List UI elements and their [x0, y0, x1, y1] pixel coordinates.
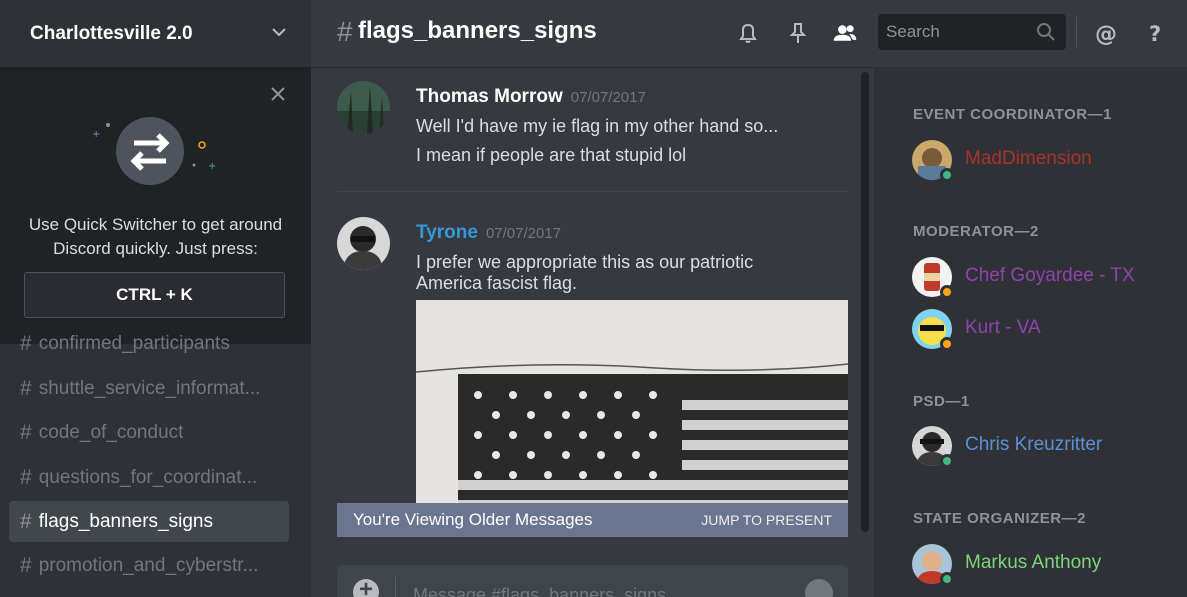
avatar[interactable] — [337, 217, 390, 270]
older-messages-bar: You're Viewing Older Messages JUMP TO PR… — [337, 503, 848, 537]
status-idle-indicator — [940, 337, 954, 351]
hash-icon: # — [20, 332, 32, 355]
header-divider — [1076, 17, 1077, 47]
message-text: Well I'd have my ie flag in my other han… — [416, 116, 779, 136]
hash-icon: # — [20, 420, 32, 444]
role-header: STATE ORGANIZER—2 — [913, 510, 1086, 527]
search-icon[interactable] — [1036, 22, 1056, 42]
message-text: America fascist flag. — [416, 273, 578, 293]
channel-item-flags-banners-signs[interactable]: # flags_banners_signs — [9, 501, 289, 542]
author-name[interactable]: Tyrone — [416, 222, 478, 243]
server-name: Charlottesville 2.0 — [30, 22, 193, 44]
member-item[interactable]: Chef Goyardee - TX — [912, 257, 1182, 301]
member-name: Chef Goyardee - TX — [965, 265, 1135, 286]
message-timestamp: 07/07/2017 — [485, 225, 562, 242]
jump-to-present-button[interactable]: JUMP TO PRESENT — [701, 512, 832, 528]
member-name: Markus Anthony — [965, 552, 1102, 573]
channel-item-shuttle-service[interactable]: # shuttle_service_informat... — [9, 368, 289, 409]
author-name[interactable]: Thomas Morrow — [416, 86, 563, 107]
quick-switcher-shortcut-button[interactable]: CTRL + K — [24, 272, 285, 318]
message-text: I mean if people are that stupid lol — [416, 145, 687, 165]
message-author[interactable]: Tyrone 07/07/2017 — [416, 222, 561, 244]
member-item[interactable]: Markus Anthony — [912, 544, 1182, 588]
hash-icon: # — [337, 16, 353, 47]
quick-switcher-popout: + + Use Quick Switcher to get around Dis… — [0, 67, 311, 344]
member-item[interactable]: Kurt - VA — [912, 309, 1182, 353]
member-name: Kurt - VA — [965, 317, 1041, 338]
status-idle-indicator — [940, 285, 954, 299]
hash-icon: # — [20, 553, 32, 577]
quick-switcher-icon: + + — [92, 117, 216, 185]
chevron-down-icon[interactable] — [271, 24, 287, 40]
message-composer: + — [337, 565, 848, 597]
help-icon[interactable]: ? — [1143, 20, 1169, 46]
pin-icon[interactable] — [785, 20, 811, 46]
svg-text:+: + — [208, 161, 216, 172]
chat-header: # flags_banners_signs @ ? — [311, 0, 1187, 67]
search-input[interactable] — [886, 22, 1036, 42]
scrollbar[interactable] — [861, 72, 869, 532]
hash-icon: # — [20, 465, 32, 489]
svg-text:@: @ — [1095, 22, 1117, 46]
channel-item-code-of-conduct[interactable]: # code_of_conduct — [9, 412, 289, 453]
message-timestamp: 07/07/2017 — [570, 89, 646, 106]
older-messages-text: You're Viewing Older Messages — [353, 510, 593, 529]
discord-app: Charlottesville 2.0 + + Use Quick Switch… — [0, 0, 1187, 597]
member-item[interactable]: Chris Kreuzritter — [912, 426, 1182, 470]
role-header: EVENT COORDINATOR—1 — [913, 106, 1112, 123]
channel-sidebar: Charlottesville 2.0 + + Use Quick Switch… — [0, 0, 311, 597]
channel-item-confirmed-participants[interactable]: # confirmed_participants — [9, 326, 289, 362]
message-list: Thomas Morrow 07/07/2017 Well I'd have my… — [311, 67, 862, 565]
member-name: Chris Kreuzritter — [965, 434, 1103, 455]
channel-item-questions[interactable]: # questions_for_coordinat... — [9, 457, 289, 498]
mentions-icon[interactable]: @ — [1093, 20, 1119, 46]
hash-icon: # — [20, 376, 32, 400]
message-author[interactable]: Thomas Morrow 07/07/2017 — [416, 86, 646, 108]
svg-text:?: ? — [1149, 22, 1161, 46]
message-divider — [337, 191, 848, 192]
role-header: PSD—1 — [913, 393, 970, 410]
upload-button[interactable]: + — [353, 576, 379, 597]
svg-text:+: + — [92, 129, 100, 140]
member-list-icon[interactable] — [832, 20, 858, 46]
scrollbar-thumb[interactable] — [861, 72, 869, 532]
emoji-icon[interactable] — [805, 579, 833, 597]
server-header[interactable]: Charlottesville 2.0 — [0, 0, 311, 67]
plus-icon: + — [358, 576, 373, 597]
avatar[interactable] — [337, 81, 390, 134]
channel-title: flags_banners_signs — [358, 17, 597, 44]
close-icon[interactable] — [269, 85, 287, 103]
bell-icon[interactable] — [735, 20, 761, 46]
member-name: MadDimension — [965, 148, 1092, 169]
image-attachment[interactable] — [416, 300, 848, 510]
status-online-indicator — [940, 168, 954, 182]
role-header: MODERATOR—2 — [913, 223, 1039, 240]
member-list: EVENT COORDINATOR—1 MadDimension MODERAT… — [874, 67, 1187, 597]
message-input[interactable] — [413, 583, 793, 597]
composer-divider — [395, 577, 396, 597]
status-online-indicator — [940, 572, 954, 586]
channel-item-promotion[interactable]: # promotion_and_cyberstr... — [9, 545, 289, 586]
status-online-indicator — [940, 454, 954, 468]
search-box[interactable] — [878, 14, 1066, 50]
member-item[interactable]: MadDimension — [912, 140, 1182, 184]
flag-image — [416, 300, 848, 510]
hash-icon: # — [20, 509, 32, 533]
message-text: I prefer we appropriate this as our patr… — [416, 252, 754, 272]
quick-switcher-text: Use Quick Switcher to get around Discord… — [28, 215, 283, 258]
